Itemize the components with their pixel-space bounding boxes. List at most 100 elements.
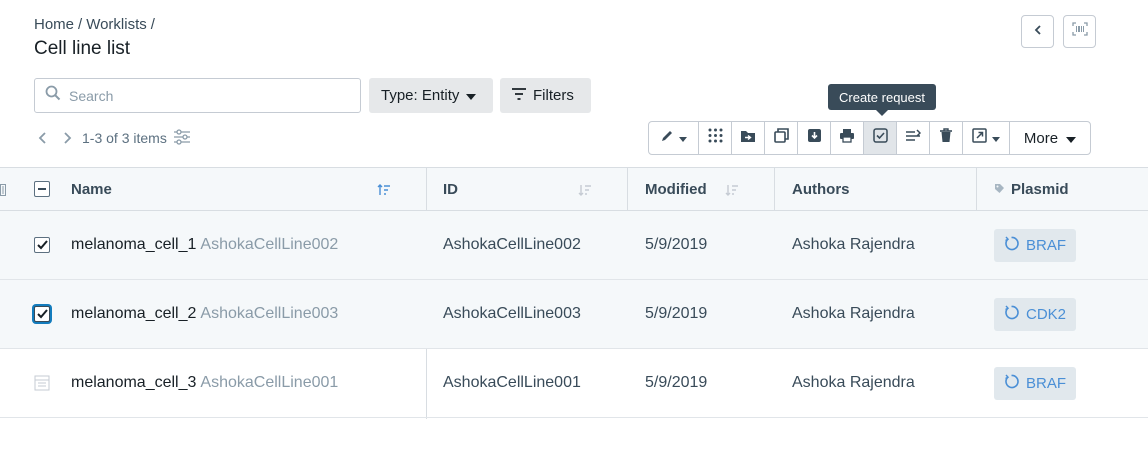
column-header-modified[interactable]: Modified xyxy=(645,168,755,211)
breadcrumb-separator: / xyxy=(78,16,83,33)
caret-down-icon xyxy=(992,129,1000,147)
collapse-panel-button[interactable] xyxy=(1021,15,1054,48)
chevron-left-icon xyxy=(1032,23,1044,41)
entity-registry-id: AshokaCellLine002 xyxy=(200,236,339,253)
column-header-authors[interactable]: Authors xyxy=(792,168,952,211)
search-input[interactable] xyxy=(69,87,339,104)
caret-down-icon xyxy=(679,129,687,147)
delete-button[interactable] xyxy=(930,122,963,154)
next-page-button[interactable] xyxy=(58,128,76,148)
more-actions-button[interactable]: More xyxy=(1010,122,1090,154)
breadcrumb-separator: / xyxy=(150,16,155,33)
duplicate-button[interactable] xyxy=(765,122,798,154)
column-header-authors-label: Authors xyxy=(792,181,850,198)
cell-modified: 5/9/2019 xyxy=(645,374,708,391)
move-to-folder-button[interactable] xyxy=(732,122,765,154)
archive-button[interactable] xyxy=(798,122,831,154)
plasmid-label: CDK2 xyxy=(1026,305,1067,323)
entity-registry-id: AshokaCellLine001 xyxy=(200,374,339,391)
row-checkbox[interactable] xyxy=(34,237,50,253)
pencil-icon xyxy=(660,129,674,148)
transfer-button[interactable] xyxy=(897,122,930,154)
breadcrumb-worklists[interactable]: Worklists xyxy=(86,16,147,33)
cell-id: AshokaCellLine001 xyxy=(443,374,581,391)
folder-move-icon xyxy=(740,129,756,148)
pagination: 1-3 of 3 items xyxy=(34,127,191,149)
breadcrumb: Home / Worklists / xyxy=(34,16,155,33)
plasmid-tag[interactable]: BRAF xyxy=(994,366,1077,400)
print-button[interactable] xyxy=(831,122,864,154)
column-header-name[interactable]: Name xyxy=(71,168,391,211)
grid-dots-icon xyxy=(708,128,723,148)
move-to-plate-button[interactable] xyxy=(699,122,732,154)
trash-icon xyxy=(939,128,953,148)
breadcrumb-home[interactable]: Home xyxy=(34,16,74,33)
sort-icon[interactable] xyxy=(725,183,739,200)
plasmid-label: BRAF xyxy=(1026,374,1067,392)
archive-icon xyxy=(807,128,822,148)
table-row[interactable]: melanoma_cell_2 AshokaCellLine003 Ashoka… xyxy=(0,280,1148,349)
create-request-tooltip: Create request xyxy=(828,84,936,116)
cell-author: Ashoka Rajendra xyxy=(792,305,915,322)
cell-name[interactable]: melanoma_cell_1 AshokaCellLine002 xyxy=(71,211,338,279)
plasmid-icon xyxy=(1004,236,1019,255)
type-filter-label: Type: Entity xyxy=(381,87,460,104)
external-link-icon xyxy=(972,128,987,148)
cell-plasmid: BRAF xyxy=(994,211,1077,279)
transfer-icon xyxy=(905,128,922,148)
type-filter-dropdown[interactable]: Type: Entity xyxy=(369,78,493,113)
caret-down-icon xyxy=(1066,130,1077,147)
cell-author: Ashoka Rajendra xyxy=(792,374,915,391)
column-header-plasmid-label: Plasmid xyxy=(1011,181,1069,198)
cell-plasmid: CDK2 xyxy=(994,280,1077,348)
tag-icon xyxy=(994,181,1005,198)
caret-down-icon xyxy=(466,87,477,104)
entity-name[interactable]: melanoma_cell_3 xyxy=(71,374,196,392)
sort-ascending-icon[interactable] xyxy=(377,183,391,200)
export-dropdown-button[interactable] xyxy=(963,122,1010,154)
table-header: Name ID Modified Authors Plasmid xyxy=(0,167,1148,419)
column-settings-icon[interactable] xyxy=(173,128,191,148)
plasmid-icon xyxy=(1004,305,1019,324)
cell-name[interactable]: melanoma_cell_2 AshokaCellLine003 xyxy=(71,280,338,348)
cell-id: AshokaCellLine002 xyxy=(443,236,581,253)
table-row[interactable]: melanoma_cell_3 AshokaCellLine001 Ashoka… xyxy=(0,349,1148,418)
plasmid-tag[interactable]: BRAF xyxy=(994,228,1077,262)
column-header-modified-label: Modified xyxy=(645,181,707,198)
create-request-button[interactable] xyxy=(864,122,897,154)
cell-name[interactable]: melanoma_cell_3 AshokaCellLine001 xyxy=(71,349,338,417)
filters-label: Filters xyxy=(533,87,574,104)
row-checkbox[interactable] xyxy=(34,306,50,322)
cell-line-table: Name ID Modified Authors Plasmid melanom… xyxy=(0,167,1148,419)
cell-modified: 5/9/2019 xyxy=(645,236,708,253)
entity-registry-id: AshokaCellLine003 xyxy=(200,305,339,322)
cell-plasmid: BRAF xyxy=(994,349,1077,417)
filters-button[interactable]: Filters xyxy=(500,78,591,113)
duplicate-icon xyxy=(773,128,789,148)
column-header-plasmid[interactable]: Plasmid xyxy=(994,168,1134,211)
column-header-id[interactable]: ID xyxy=(443,168,603,211)
column-header-name-label: Name xyxy=(71,181,112,198)
search-icon xyxy=(45,85,61,106)
edit-dropdown-button[interactable] xyxy=(649,122,699,154)
bulk-action-toolbar: More xyxy=(648,121,1091,155)
table-row[interactable]: melanoma_cell_1 AshokaCellLine002 Ashoka… xyxy=(0,211,1148,280)
checkbox-request-icon xyxy=(872,128,888,148)
page-title: Cell line list xyxy=(34,38,131,59)
previous-page-button[interactable] xyxy=(34,128,52,148)
plasmid-label: BRAF xyxy=(1026,236,1067,254)
entity-type-icon xyxy=(34,375,50,396)
plasmid-tag[interactable]: CDK2 xyxy=(994,297,1077,331)
plasmid-icon xyxy=(1004,374,1019,393)
entity-name[interactable]: melanoma_cell_2 xyxy=(71,305,196,323)
print-icon xyxy=(839,128,855,148)
barcode-scan-button[interactable] xyxy=(1063,15,1096,48)
filter-icon xyxy=(512,87,526,104)
select-all-checkbox[interactable] xyxy=(34,181,50,197)
search-box xyxy=(34,78,361,113)
entity-name[interactable]: melanoma_cell_1 xyxy=(71,236,196,254)
drag-handle-icon[interactable] xyxy=(0,183,6,201)
barcode-scan-icon xyxy=(1071,22,1088,41)
column-header-id-label: ID xyxy=(443,181,458,198)
sort-icon[interactable] xyxy=(578,183,592,200)
